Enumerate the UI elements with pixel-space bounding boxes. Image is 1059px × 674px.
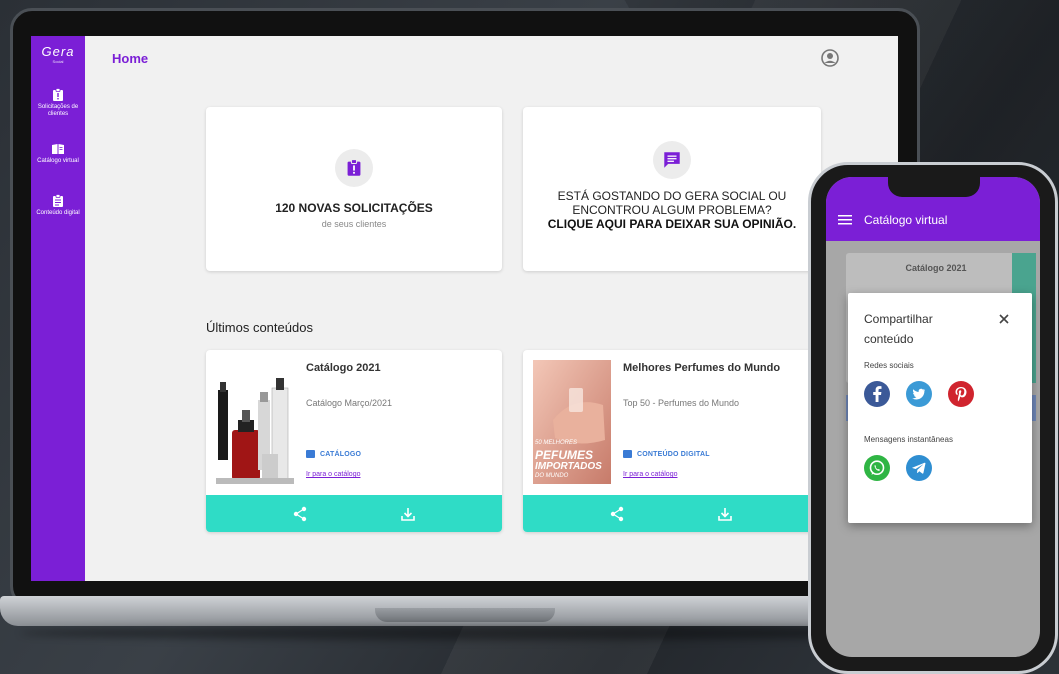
feedback-icon-circle (653, 141, 691, 179)
facebook-icon[interactable] (864, 381, 890, 407)
thumb-line-2: PEFUMES (535, 448, 594, 462)
content-title: Melhores Perfumes do Mundo (623, 362, 781, 374)
content-card-actions (523, 495, 819, 532)
feedback-cta[interactable]: CLIQUE AQUI PARA DEIXAR SUA OPINIÃO. (523, 217, 821, 231)
feedback-line-1: ESTÁ GOSTANDO DO GERA SOCIAL OU (557, 189, 787, 203)
content-subtitle: Catálogo Março/2021 (306, 398, 393, 408)
close-icon[interactable] (998, 313, 1010, 325)
social-networks-label: Redes sociais (864, 361, 914, 370)
phone-notch (888, 177, 980, 197)
sidebar-item-requests[interactable]: Solicitações de clientes (31, 88, 85, 118)
go-to-catalog-link[interactable]: Ir para o catálogo (623, 471, 677, 478)
requests-icon-circle (335, 149, 373, 187)
download-icon[interactable] (400, 506, 416, 522)
sidebar-item-digital-content[interactable]: Conteúdo digital (31, 194, 85, 217)
phone-app-bar: Catálogo virtual (826, 177, 1040, 241)
content-subtitle: Top 50 - Perfumes do Mundo (623, 398, 740, 408)
book-icon (306, 450, 315, 458)
menu-icon[interactable] (838, 215, 852, 225)
perfume-bottles-image (216, 360, 294, 484)
clipboard-list-icon (53, 194, 63, 207)
feedback-line-2: ENCONTROU ALGUM PROBLEMA? (572, 203, 772, 217)
content-tag: CATÁLOGO (306, 450, 361, 458)
book-icon (52, 144, 64, 154)
content-tag-label: CONTEÚDO DIGITAL (637, 450, 710, 458)
content-card-catalog[interactable]: Catálogo 2021 Catálogo Março/2021 CATÁLO… (206, 350, 502, 532)
content-title: Catálogo 2021 (306, 362, 381, 374)
content-card-actions (206, 495, 502, 532)
logo-text: Gera (41, 44, 75, 59)
thumb-line-1: 50 MELHORES (535, 440, 578, 446)
sidebar-item-label: Solicitações de clientes (37, 104, 79, 117)
message-icon (664, 152, 680, 168)
logo-subtext: Social (52, 59, 64, 64)
latest-content-title: Últimos conteúdos (206, 320, 313, 335)
laptop-screen: Gera Social Solicitações de clientes Cat… (31, 36, 898, 581)
content-tag: CONTEÚDO DIGITAL (623, 450, 710, 458)
clipboard-alert-icon (53, 88, 63, 101)
requests-card[interactable]: 120 NOVAS SOLICITAÇÕES de seus clientes (206, 107, 502, 271)
sidebar: Gera Social Solicitações de clientes Cat… (31, 36, 85, 581)
twitter-icon[interactable] (906, 381, 932, 407)
telegram-icon[interactable] (906, 455, 932, 481)
go-to-catalog-link[interactable]: Ir para o catálogo (306, 471, 360, 478)
perfumes-thumbnail: 50 MELHORES PEFUMES IMPORTADOS DO MUNDO (533, 360, 611, 484)
instant-messaging-label: Mensagens instantâneas (864, 435, 953, 444)
download-icon[interactable] (717, 506, 733, 522)
catalog-thumbnail (216, 360, 294, 484)
requests-count: 120 NOVAS SOLICITAÇÕES (275, 201, 433, 215)
clipboard-alert-icon (347, 159, 361, 176)
feedback-card[interactable]: ESTÁ GOSTANDO DO GERA SOCIAL OU ENCONTRO… (523, 107, 821, 271)
pinterest-icon[interactable] (948, 381, 974, 407)
phone-device: Catálogo virtual Catálogo 2021 Compartil… (808, 162, 1058, 674)
share-icon[interactable] (609, 506, 625, 522)
sidebar-item-label: Catálogo virtual (37, 158, 79, 164)
content-tag-label: CATÁLOGO (320, 450, 362, 458)
requests-subtitle: de seus clientes (321, 219, 387, 229)
thumb-line-4: DO MUNDO (535, 473, 569, 479)
phone-screen: Catálogo virtual Catálogo 2021 Compartil… (826, 177, 1040, 657)
feedback-message: ESTÁ GOSTANDO DO GERA SOCIAL OU ENCONTRO… (523, 189, 821, 231)
whatsapp-icon[interactable] (864, 455, 890, 481)
app-logo[interactable]: Gera Social (31, 44, 85, 64)
content-card-perfumes[interactable]: 50 MELHORES PEFUMES IMPORTADOS DO MUNDO … (523, 350, 819, 532)
account-circle-icon[interactable] (821, 49, 839, 67)
sidebar-item-catalog[interactable]: Catálogo virtual (31, 142, 85, 165)
phone-page-title: Catálogo virtual (864, 213, 948, 227)
thumb-line-3: IMPORTADOS (535, 461, 602, 472)
share-modal: Compartilhar conteúdo Redes sociais Mens… (848, 293, 1032, 523)
share-icon[interactable] (292, 506, 308, 522)
laptop-notch (375, 608, 555, 622)
page-title: Home (112, 51, 149, 66)
sidebar-item-label: Conteúdo digital (36, 210, 80, 216)
phone-card-title: Catálogo 2021 (905, 263, 967, 273)
document-icon (623, 450, 632, 458)
share-modal-title: Compartilhar conteúdo (864, 312, 933, 346)
